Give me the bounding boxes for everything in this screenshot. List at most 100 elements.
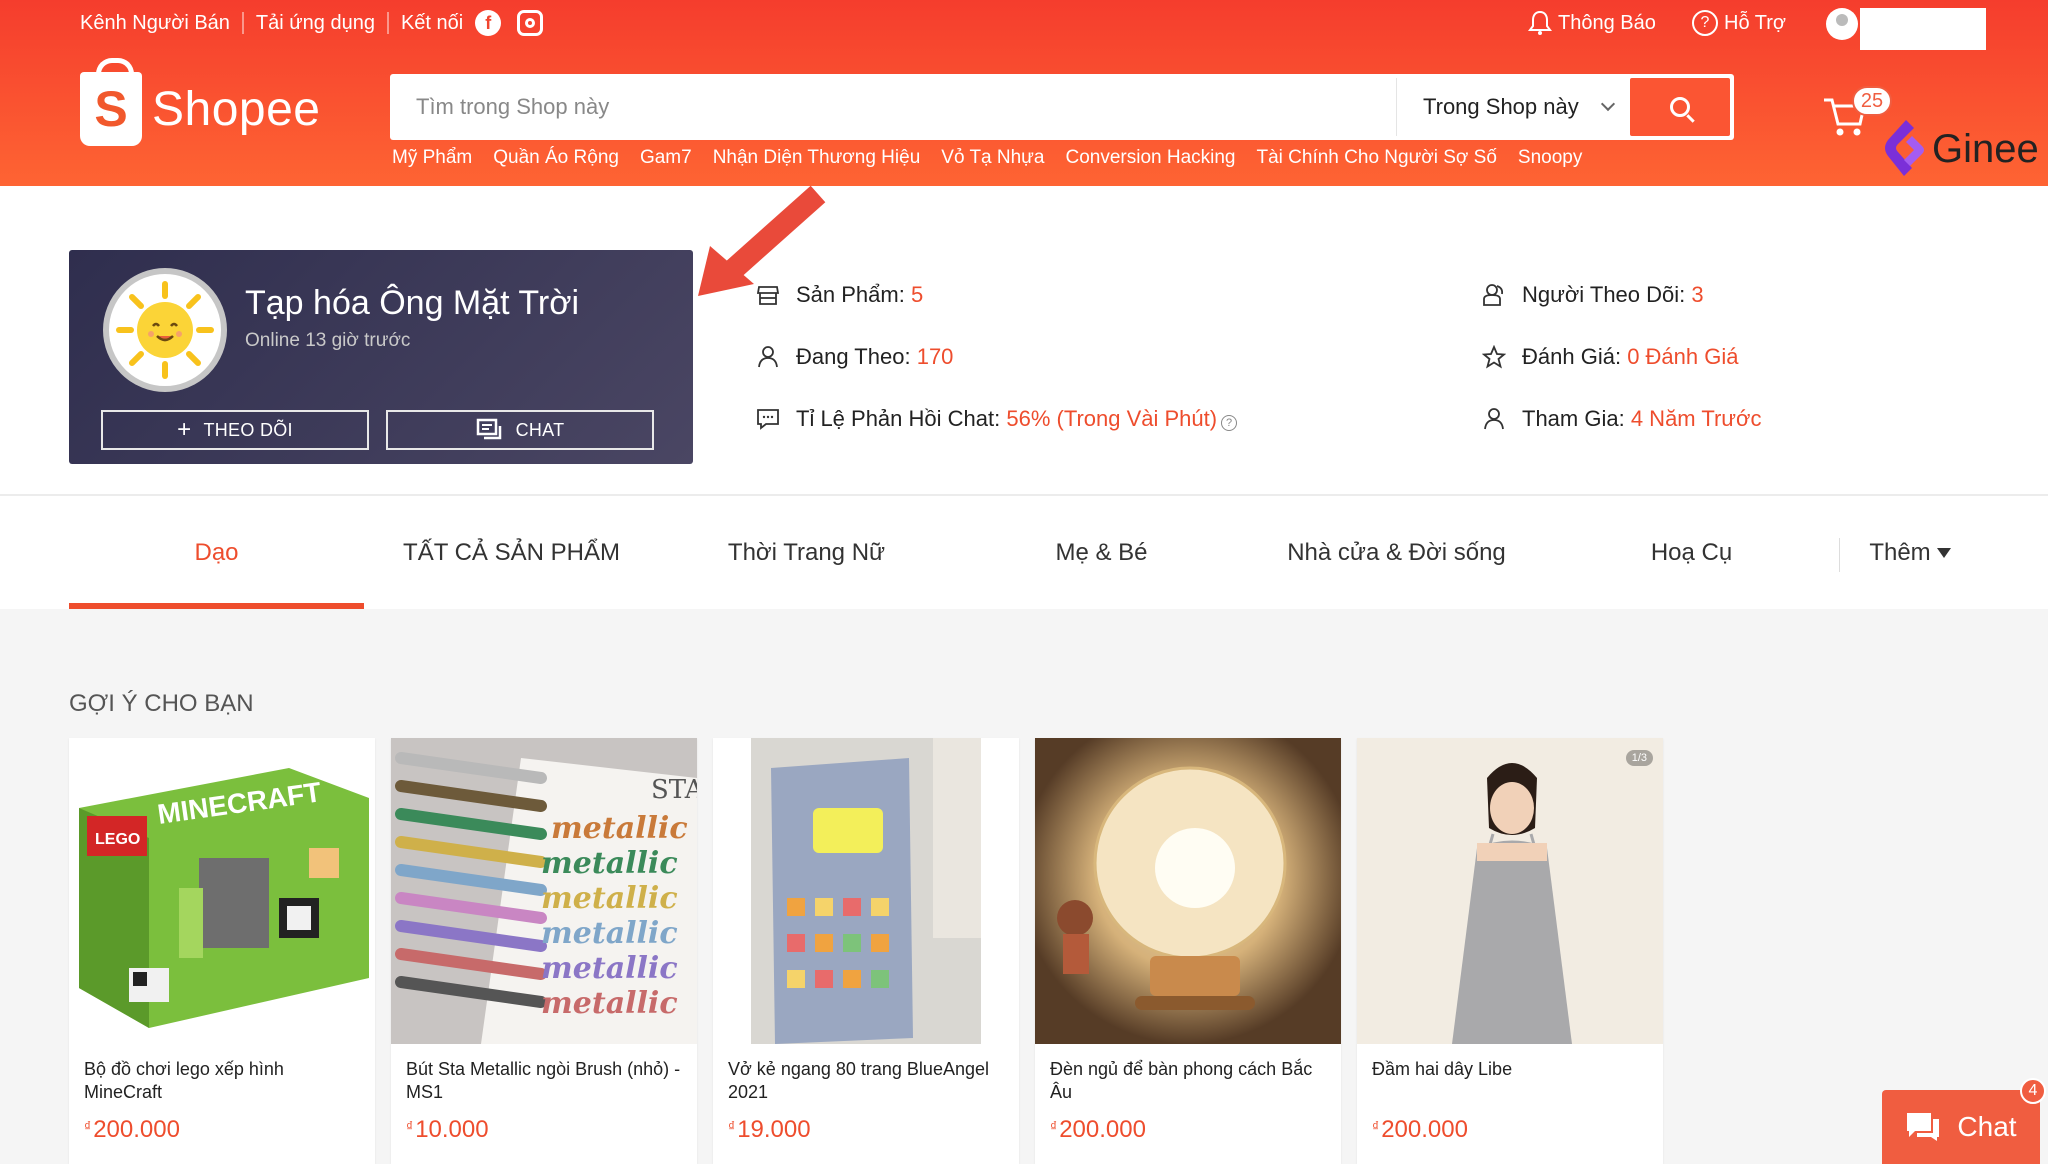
help-icon[interactable]: ? <box>1221 415 1238 431</box>
divider <box>386 12 389 34</box>
currency-symbol: ₫ <box>1050 1118 1058 1134</box>
stat-followers-value: 3 <box>1691 282 1704 307</box>
tab-explore[interactable]: Dạo <box>69 496 364 609</box>
product-price-value: 200.000 <box>1059 1116 1146 1143</box>
search-scope-label: Trong Shop này <box>1423 94 1579 119</box>
ginee-logo-icon <box>1885 120 1924 176</box>
product-price-value: 200.000 <box>1381 1116 1468 1143</box>
product-image: metallic metallic metallic metallic metall… <box>391 738 697 1044</box>
stat-following: Đang Theo: 170 <box>756 344 953 370</box>
hotword-link[interactable]: Conversion Hacking <box>1065 147 1235 169</box>
user-avatar[interactable] <box>1826 8 1858 40</box>
stat-products: Sản Phẩm: 5 <box>756 282 923 308</box>
product-price: ₫19.000 <box>728 1116 811 1144</box>
seller-channel-link[interactable]: Kênh Người Bán <box>80 12 230 35</box>
product-image: 1/3 <box>1357 738 1663 1044</box>
svg-text:metallic: metallic <box>541 986 678 1021</box>
hotword-link[interactable]: Snoopy <box>1518 147 1582 169</box>
hotword-link[interactable]: Quần Áo Rộng <box>493 147 619 169</box>
follow-label: THEO DÕI <box>203 419 293 440</box>
notifications-link[interactable]: Thông Báo <box>1528 10 1656 36</box>
hotword-link[interactable]: Vỏ Tạ Nhựa <box>941 147 1044 169</box>
svg-text:metallic: metallic <box>541 846 678 881</box>
chat-icon <box>476 418 501 440</box>
search-bar: Trong Shop này <box>390 74 1734 140</box>
tab-home-living[interactable]: Nhà cửa & Đời sống <box>1249 496 1544 609</box>
hotword-link[interactable]: Tài Chính Cho Người Sợ Số <box>1257 147 1497 169</box>
section-title: GỢI Ý CHO BẠN <box>69 690 254 717</box>
search-icon <box>1670 97 1690 117</box>
stat-rating-value: 0 Đánh Giá <box>1627 344 1739 369</box>
ginee-text: Ginee <box>1932 126 2039 171</box>
svg-text:metallic: metallic <box>541 916 678 951</box>
product-name: Vở kẻ ngang 80 trang BlueAngel 2021 <box>728 1059 989 1102</box>
product-card[interactable]: metallic metallic metallic metallic metall… <box>391 738 697 1164</box>
person-icon <box>758 346 778 368</box>
support-label: Hỗ Trợ <box>1724 11 1787 34</box>
product-price: ₫200.000 <box>1372 1116 1468 1144</box>
product-price: ₫200.000 <box>1050 1116 1146 1144</box>
ginee-watermark: Ginee <box>1882 118 2039 180</box>
tab-more-label: Thêm <box>1869 538 1931 566</box>
product-name: Đầm hai dây Libe <box>1372 1059 1513 1079</box>
product-price-value: 19.000 <box>737 1116 811 1143</box>
chat-widget-button[interactable]: Chat <box>1882 1090 2040 1164</box>
product-name: Bộ đồ chơi lego xếp hình MineCraft <box>84 1059 284 1102</box>
search-scope-dropdown[interactable]: Trong Shop này <box>1396 78 1630 136</box>
product-card[interactable]: Vở kẻ ngang 80 trang BlueAngel 2021 ₫19.… <box>713 738 1019 1164</box>
currency-symbol: ₫ <box>84 1118 92 1134</box>
tab-mom-baby[interactable]: Mẹ & Bé <box>954 496 1249 609</box>
tab-art-supplies[interactable]: Hoạ Cụ <box>1544 496 1839 609</box>
stat-following-value: 170 <box>916 344 954 369</box>
facebook-icon[interactable]: f <box>475 10 502 36</box>
stat-followers: Người Theo Dõi: 3 <box>1482 282 1704 308</box>
product-image: LEGO MINECRAFT <box>69 738 375 1044</box>
hotword-link[interactable]: Nhận Diện Thương Hiệu <box>713 147 921 169</box>
follow-button[interactable]: + THEO DÕI <box>101 410 369 450</box>
search-button[interactable] <box>1630 78 1730 136</box>
plus-icon: + <box>177 416 192 443</box>
chat-bubble-icon <box>757 409 779 430</box>
product-name: Bút Sta Metallic ngòi Brush (nhỏ) - MS1 <box>406 1059 681 1102</box>
connect-label: Kết nối <box>400 11 464 34</box>
svg-text:LEGO: LEGO <box>95 831 140 848</box>
currency-symbol: ₫ <box>406 1118 414 1134</box>
product-image <box>713 738 1019 1044</box>
tab-all-products[interactable]: TẤT CẢ SẢN PHẨM <box>364 496 659 609</box>
stat-rating-label: Đánh Giá: <box>1522 344 1622 369</box>
stat-followers-label: Người Theo Dõi: <box>1522 282 1686 307</box>
chat-button[interactable]: CHAT <box>386 410 654 450</box>
star-icon <box>1482 345 1506 369</box>
divider <box>241 12 244 34</box>
username-box[interactable] <box>1860 8 1986 50</box>
cart-count-badge: 25 <box>1852 86 1892 116</box>
product-card[interactable]: LEGO MINECRAFT Bộ đồ chơi lego xếp hình … <box>69 738 375 1164</box>
product-image <box>1035 738 1341 1044</box>
product-price-value: 10.000 <box>415 1116 489 1143</box>
instagram-icon[interactable] <box>517 10 544 36</box>
tab-women-fashion[interactable]: Thời Trang Nữ <box>659 496 954 609</box>
stat-products-value: 5 <box>910 282 924 307</box>
sun-icon <box>116 281 214 379</box>
search-input[interactable] <box>394 78 1396 136</box>
shopee-logo[interactable]: S Shopee <box>80 58 321 146</box>
header: Kênh Người Bán Tải ứng dụng Kết nối f Th… <box>0 0 2048 186</box>
image-counter: 1/3 <box>1625 750 1653 766</box>
chat-widget-label: Chat <box>1957 1111 2017 1142</box>
svg-text:metallic: metallic <box>541 951 678 986</box>
chat-label: CHAT <box>515 419 565 440</box>
person-icon <box>1484 408 1504 430</box>
support-link[interactable]: ? Hỗ Trợ <box>1692 10 1786 36</box>
logo-text: Shopee <box>152 82 321 136</box>
product-card[interactable]: Đèn ngủ để bàn phong cách Bắc Âu ₫200.00… <box>1035 738 1341 1164</box>
tab-more[interactable]: Thêm <box>1840 496 1980 609</box>
stat-products-label: Sản Phẩm: <box>796 282 905 307</box>
hotword-link[interactable]: Gam7 <box>640 147 692 169</box>
hotword-link[interactable]: Mỹ Phẩm <box>392 147 472 169</box>
download-app-link[interactable]: Tải ứng dụng <box>256 12 375 35</box>
hotwords: Mỹ Phẩm Quần Áo Rộng Gam7 Nhận Diện Thươ… <box>392 147 1582 169</box>
product-card[interactable]: 1/3 Đầm hai dây Libe ₫200.000 <box>1357 738 1663 1164</box>
question-icon: ? <box>1692 10 1718 36</box>
shop-avatar[interactable] <box>103 268 227 392</box>
chat-icon <box>1907 1113 1940 1141</box>
